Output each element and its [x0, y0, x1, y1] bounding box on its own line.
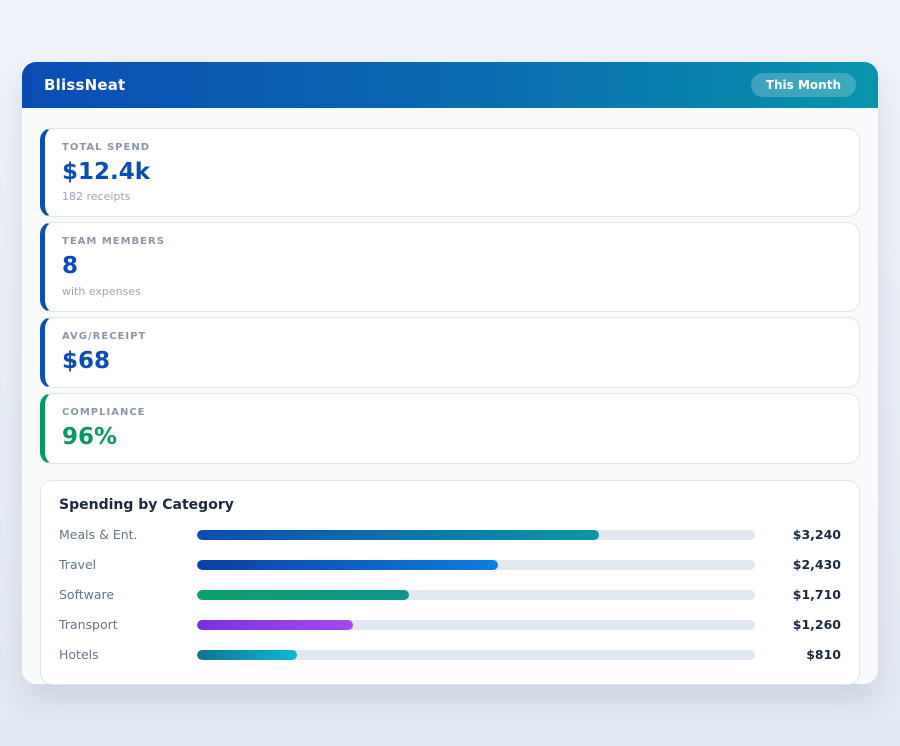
category-row: Hotels $810: [59, 647, 841, 662]
stat-card-compliance: COMPLIANCE 96%: [40, 393, 860, 464]
category-value: $1,710: [773, 587, 841, 602]
stat-label: COMPLIANCE: [62, 407, 841, 418]
app-header: BlissNeat This Month: [22, 62, 878, 108]
app-title: BlissNeat: [44, 76, 125, 94]
stat-value: 96%: [62, 425, 841, 450]
category-label: Hotels: [59, 647, 179, 662]
category-label: Meals & Ent.: [59, 527, 179, 542]
bar-fill: [197, 530, 599, 540]
stat-card-team-members: TEAM MEMBERS 8 with expenses: [40, 222, 860, 311]
category-label: Transport: [59, 617, 179, 632]
bar-track: [197, 650, 755, 660]
category-label: Software: [59, 587, 179, 602]
stat-label: AVG/RECEIPT: [62, 331, 841, 342]
stat-value: 8: [62, 254, 841, 279]
stat-value: $68: [62, 349, 841, 374]
stat-label: TEAM MEMBERS: [62, 236, 841, 247]
stat-card-total-spend: TOTAL SPEND $12.4k 182 receipts: [40, 128, 860, 217]
category-value: $1,260: [773, 617, 841, 632]
stat-value: $12.4k: [62, 160, 841, 185]
stat-card-avg-receipt: AVG/RECEIPT $68: [40, 317, 860, 388]
period-badge[interactable]: This Month: [751, 73, 856, 97]
category-row: Transport $1,260: [59, 617, 841, 632]
chart-title: Spending by Category: [59, 497, 841, 513]
stat-label: TOTAL SPEND: [62, 142, 841, 153]
bar-fill: [197, 620, 353, 630]
dashboard-content: TOTAL SPEND $12.4k 182 receipts TEAM MEM…: [22, 108, 878, 705]
bar-fill: [197, 650, 297, 660]
spending-by-category-card: Spending by Category Meals & Ent. $3,240…: [40, 480, 860, 685]
category-row: Software $1,710: [59, 587, 841, 602]
bar-track: [197, 620, 755, 630]
category-row: Travel $2,430: [59, 557, 841, 572]
stat-sublabel: with expenses: [62, 285, 841, 298]
category-row: Meals & Ent. $3,240: [59, 527, 841, 542]
category-value: $3,240: [773, 527, 841, 542]
bar-track: [197, 530, 755, 540]
bar-track: [197, 590, 755, 600]
category-label: Travel: [59, 557, 179, 572]
bar-track: [197, 560, 755, 570]
category-value: $2,430: [773, 557, 841, 572]
bar-fill: [197, 590, 409, 600]
bar-fill: [197, 560, 498, 570]
dashboard-card: BlissNeat This Month TOTAL SPEND $12.4k …: [22, 62, 878, 684]
stat-sublabel: 182 receipts: [62, 190, 841, 203]
category-value: $810: [773, 647, 841, 662]
